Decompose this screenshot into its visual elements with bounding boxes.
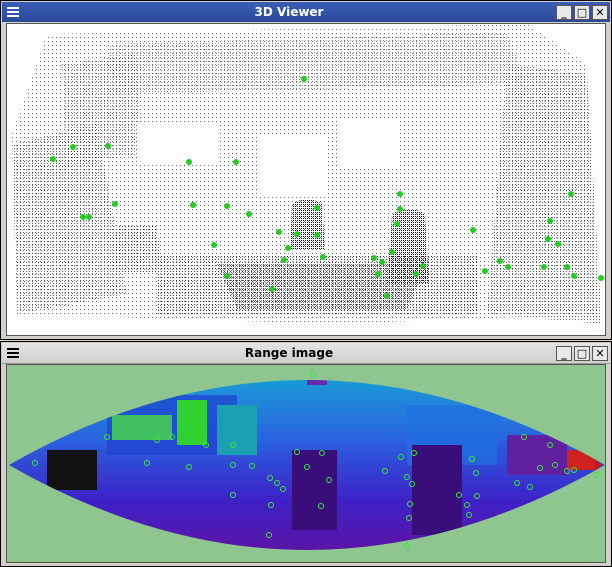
3d-viewer-window[interactable]: 3D Viewer _ □ ✕ [0, 0, 612, 340]
minimize-icon[interactable]: _ [556, 4, 572, 20]
range-image-viewport[interactable] [6, 364, 606, 563]
3d-viewer-titlebar[interactable]: 3D Viewer _ □ ✕ [2, 2, 610, 22]
maximize-icon[interactable]: □ [574, 4, 590, 20]
maximize-icon[interactable]: □ [574, 345, 590, 361]
range-image-titlebar[interactable]: Range image _ □ ✕ [2, 343, 610, 364]
window-title: 3D Viewer [254, 5, 324, 19]
range-image-canvas [7, 365, 605, 562]
close-icon[interactable]: ✕ [592, 4, 608, 20]
window-menu-icon[interactable] [4, 4, 22, 20]
point-cloud-canvas [7, 24, 605, 335]
minimize-icon[interactable]: _ [556, 345, 572, 361]
window-menu-icon[interactable] [4, 345, 22, 361]
range-image-window[interactable]: Range image _ □ ✕ [0, 341, 612, 567]
window-title: Range image [244, 346, 334, 360]
close-icon[interactable]: ✕ [592, 345, 608, 361]
point-cloud-viewport[interactable] [6, 23, 606, 336]
